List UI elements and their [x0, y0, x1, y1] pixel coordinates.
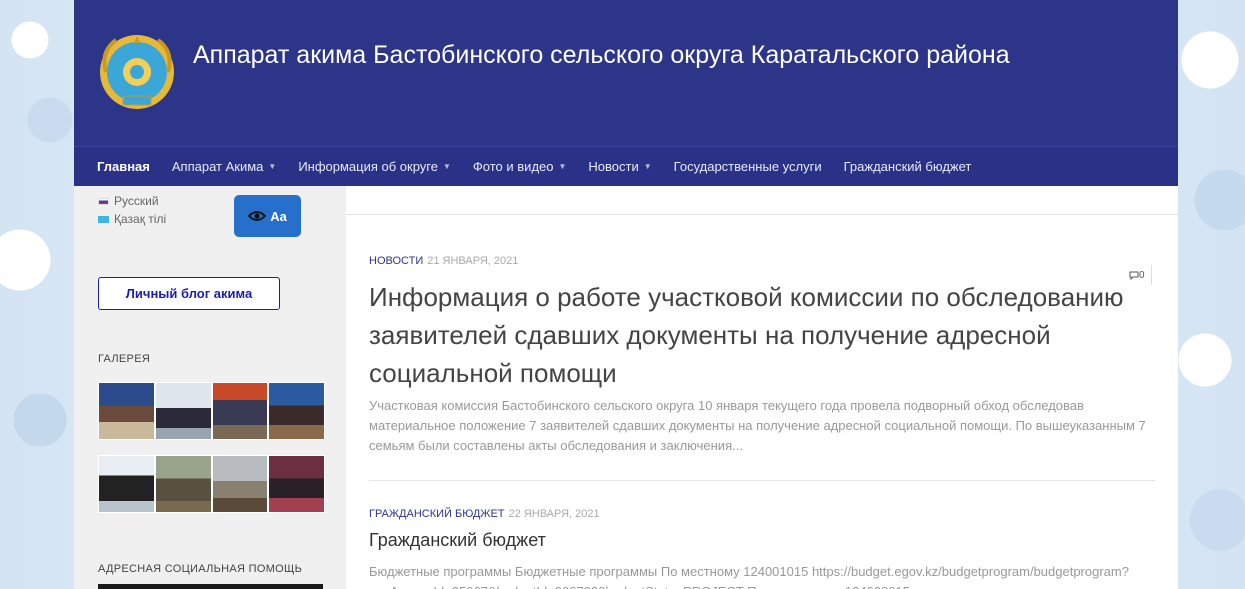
- gallery-thumbnail[interactable]: [269, 383, 324, 439]
- post-meta: НОВОСТИ 21 ЯНВАРЯ, 2021: [369, 255, 518, 267]
- post-meta: ГРАЖДАНСКИЙ БЮДЖЕТ 22 ЯНВАРЯ, 2021: [369, 508, 600, 520]
- nav-item-civil-budget[interactable]: Гражданский бюджет: [844, 159, 972, 174]
- gallery-thumbnail[interactable]: [99, 383, 154, 439]
- language-label: Русский: [114, 194, 159, 208]
- nav-label: Гражданский бюджет: [843, 159, 972, 174]
- nav-label: Информация об округе: [298, 159, 438, 174]
- nav-label: Главная: [97, 159, 150, 174]
- post-date: 21 ЯНВАРЯ, 2021: [427, 255, 519, 267]
- nav-item-home[interactable]: Главная: [97, 159, 150, 174]
- russia-flag-icon: [98, 197, 109, 205]
- nav-label: Государственные услуги: [673, 159, 822, 174]
- kazakhstan-flag-icon: [98, 215, 109, 223]
- gallery-heading: ГАЛЕРЕЯ: [98, 353, 151, 365]
- post-excerpt: Участковая комиссия Бастобинского сельск…: [369, 398, 1146, 453]
- post-category-link[interactable]: ГРАЖДАНСКИЙ БЮДЖЕТ: [369, 508, 505, 520]
- chevron-down-icon: ▼: [443, 162, 451, 171]
- nav-label: Аппарат Акима: [171, 159, 264, 174]
- accessibility-button[interactable]: Aa: [234, 195, 301, 237]
- main-navigation: Главная Аппарат Акима ▼ Информация об окр…: [74, 146, 1178, 186]
- gallery-thumbnail[interactable]: [155, 456, 211, 512]
- social-help-heading: АДРЕСНАЯ СОЦИАЛЬНАЯ ПОМОЩЬ: [98, 563, 303, 575]
- accessibility-label: Aa: [270, 208, 287, 224]
- chevron-down-icon: ▼: [268, 162, 277, 171]
- video-thumbnail[interactable]: [98, 584, 323, 589]
- gallery-thumbnail[interactable]: [212, 383, 268, 439]
- chevron-down-icon: ▼: [643, 162, 652, 171]
- site-title[interactable]: Аппарат акима Бастобинского сельского ок…: [193, 41, 1010, 70]
- chevron-down-icon: ▼: [558, 162, 567, 171]
- post-divider: [369, 480, 1155, 481]
- post-title[interactable]: Гражданский бюджет: [369, 530, 546, 551]
- content-row: Русский Қазақ тілі Aa Личный блог акима …: [74, 186, 1178, 589]
- state-emblem-icon[interactable]: [98, 32, 176, 114]
- sidebar: Русский Қазақ тілі Aa Личный блог акима …: [74, 186, 346, 589]
- site-header: Аппарат акима Бастобинского сельского ок…: [74, 0, 1178, 146]
- nav-label: Новости: [588, 159, 639, 174]
- gallery-thumbnail[interactable]: [99, 456, 154, 512]
- nav-item-akim-office[interactable]: Аппарат Акима ▼: [172, 159, 276, 174]
- divider: [346, 214, 1178, 215]
- page-container: Аппарат акима Бастобинского сельского ок…: [74, 0, 1178, 589]
- akim-blog-button[interactable]: Личный блог акима: [98, 277, 280, 310]
- language-label: Қазақ тілі: [114, 212, 167, 226]
- post-date: 22 ЯНВАРЯ, 2021: [508, 508, 600, 520]
- nav-item-photo-video[interactable]: Фото и видео ▼: [473, 159, 567, 174]
- eye-icon: [248, 211, 267, 221]
- gallery-row: [98, 382, 325, 440]
- post-excerpt: Бюджетные программы Бюджетные программы …: [369, 564, 1129, 589]
- nav-label: Фото и видео: [472, 159, 554, 174]
- post-category-link[interactable]: НОВОСТИ: [369, 255, 423, 267]
- post-title[interactable]: Информация о работе участковой комиссии …: [369, 278, 1159, 392]
- gallery-thumbnail[interactable]: [269, 456, 324, 512]
- nav-item-news[interactable]: Новости ▼: [588, 159, 651, 174]
- gallery-thumbnail[interactable]: [212, 456, 268, 512]
- gallery-row: [98, 455, 325, 513]
- gallery-thumbnail[interactable]: [155, 383, 211, 439]
- main-content: НОВОСТИ 21 ЯНВАРЯ, 2021 0 Информация о р…: [346, 186, 1178, 589]
- nav-item-public-services[interactable]: Государственные услуги: [674, 159, 822, 174]
- nav-item-district-info[interactable]: Информация об округе ▼: [298, 159, 451, 174]
